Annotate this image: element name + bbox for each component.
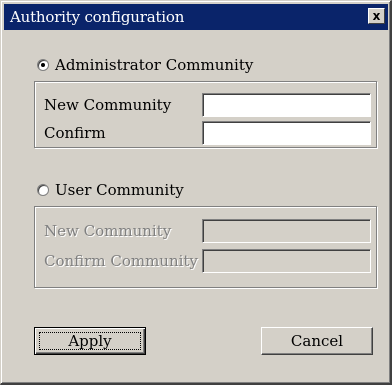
admin-radio-button[interactable] bbox=[37, 59, 49, 71]
apply-button[interactable]: Apply bbox=[34, 327, 146, 355]
cancel-button-label: Cancel bbox=[290, 332, 344, 350]
admin-new-community-input[interactable] bbox=[202, 93, 371, 117]
radio-selected-dot bbox=[41, 63, 45, 67]
dialog-title: Authority configuration bbox=[10, 8, 185, 26]
cancel-button[interactable]: Cancel bbox=[261, 327, 373, 355]
admin-confirm-label: Confirm bbox=[44, 124, 106, 142]
user-radio-button[interactable] bbox=[37, 184, 49, 196]
admin-community-label: Administrator Community bbox=[55, 56, 254, 74]
authority-configuration-dialog: Authority configuration x Administrator … bbox=[0, 0, 392, 385]
admin-community-group: New Community Confirm bbox=[34, 81, 377, 148]
user-new-community-input bbox=[202, 219, 371, 243]
title-bar[interactable]: Authority configuration x bbox=[4, 4, 388, 30]
user-community-label: User Community bbox=[55, 181, 184, 199]
close-button[interactable]: x bbox=[368, 8, 385, 24]
apply-button-label: Apply bbox=[68, 332, 112, 350]
user-new-community-label: New Community bbox=[44, 222, 172, 240]
close-icon: x bbox=[372, 9, 381, 23]
user-community-group: New Community Confirm Community bbox=[34, 206, 377, 288]
admin-confirm-input[interactable] bbox=[202, 121, 371, 145]
user-confirm-community-input bbox=[202, 249, 371, 273]
admin-new-community-label: New Community bbox=[44, 96, 172, 114]
user-confirm-community-label: Confirm Community bbox=[44, 252, 198, 270]
